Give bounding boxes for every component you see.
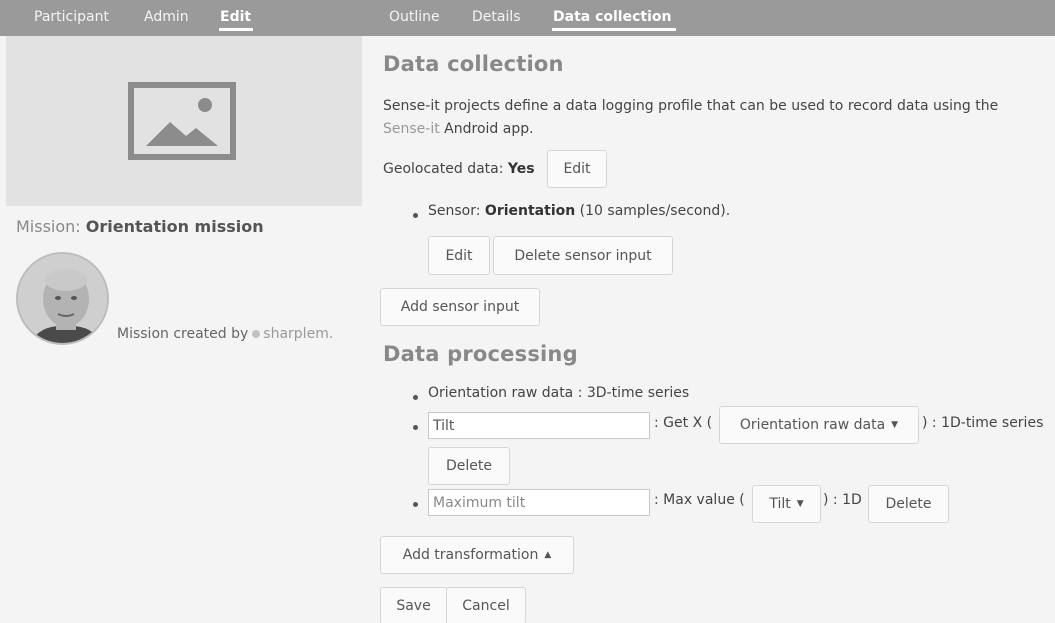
tab-details[interactable]: Details: [472, 9, 521, 25]
image-placeholder-icon: [128, 82, 236, 160]
nav-admin[interactable]: Admin: [144, 9, 189, 25]
description-text: Sense-it projects define a data logging …: [383, 98, 999, 114]
tilt-delete-button[interactable]: Delete: [428, 447, 510, 485]
add-sensor-input-button[interactable]: Add sensor input: [380, 288, 540, 326]
add-transformation-button[interactable]: Add transformation ▲: [380, 536, 574, 574]
delete-sensor-input-button[interactable]: Delete sensor input: [493, 236, 673, 275]
mission-name: Orientation mission: [85, 217, 264, 236]
sensor-rate: (10 samples/second).: [579, 203, 731, 219]
geolocated-edit-button[interactable]: Edit: [547, 150, 607, 188]
tilt-result-label: ) : 1D-time series: [922, 415, 1044, 431]
mission-cover-image: [6, 36, 362, 206]
tilt-source-dropdown[interactable]: Orientation raw data ▼: [719, 406, 919, 444]
sensor-name: Orientation: [484, 203, 576, 219]
description-tail: Android app.: [444, 121, 534, 137]
user-status-dot-icon: [252, 330, 261, 338]
caret-down-icon: ▼: [796, 499, 804, 509]
tilt-source-value: Orientation raw data: [739, 417, 886, 433]
tab-outline[interactable]: Outline: [389, 9, 440, 25]
avatar-portrait-icon: [18, 254, 107, 343]
geolocated-row: Geolocated data: Yes: [383, 161, 535, 177]
geolocated-label: Geolocated data:: [383, 161, 504, 177]
data-collection-description: Sense-it projects define a data logging …: [383, 95, 1043, 141]
data-processing-heading: Data processing: [383, 342, 578, 366]
max-source-dropdown[interactable]: Tilt ▼: [752, 485, 821, 523]
created-by-line: Mission created by sharplem.: [117, 326, 333, 342]
sensor-edit-button[interactable]: Edit: [428, 236, 490, 275]
data-collection-heading: Data collection: [383, 52, 564, 76]
tilt-bullet: [413, 425, 418, 430]
caret-up-icon: ▲: [544, 550, 552, 560]
tab-data-collection[interactable]: Data collection: [553, 9, 671, 25]
raw-data-item: Orientation raw data : 3D-time series: [428, 385, 690, 401]
sense-it-link[interactable]: Sense-it: [383, 121, 440, 137]
geolocated-value: Yes: [507, 161, 535, 177]
mission-title: Mission: Orientation mission: [16, 217, 264, 236]
created-by-label: Mission created by: [117, 326, 249, 342]
maximum-tilt-input[interactable]: Maximum tilt: [428, 489, 650, 516]
mission-label: Mission:: [16, 217, 81, 236]
nav-participant[interactable]: Participant: [34, 9, 109, 25]
creator-username-link[interactable]: sharplem.: [263, 326, 333, 342]
max-delete-button[interactable]: Delete: [868, 485, 949, 523]
avatar: [16, 252, 109, 345]
tab-data-collection-underline: [552, 28, 676, 31]
add-transformation-label: Add transformation: [402, 547, 539, 563]
nav-edit-underline: [219, 28, 253, 31]
tilt-name-input[interactable]: Tilt: [428, 412, 650, 439]
caret-down-icon: ▼: [891, 420, 899, 430]
sensor-bullet: [413, 213, 418, 218]
save-button[interactable]: Save: [380, 587, 447, 623]
max-tilt-bullet: [413, 502, 418, 507]
sensor-row: Sensor: Orientation (10 samples/second).: [428, 203, 730, 219]
max-result-label: ) : 1D: [823, 492, 862, 508]
max-source-value: Tilt: [769, 496, 791, 512]
cancel-button[interactable]: Cancel: [446, 587, 526, 623]
nav-edit[interactable]: Edit: [220, 9, 251, 25]
raw-data-bullet: [413, 395, 418, 400]
max-operation-label: : Max value (: [654, 492, 745, 508]
tilt-operation-label: : Get X (: [654, 415, 713, 431]
top-nav-bar: Participant Admin Edit Outline Details D…: [0, 0, 1055, 36]
sensor-label: Sensor:: [428, 203, 481, 219]
